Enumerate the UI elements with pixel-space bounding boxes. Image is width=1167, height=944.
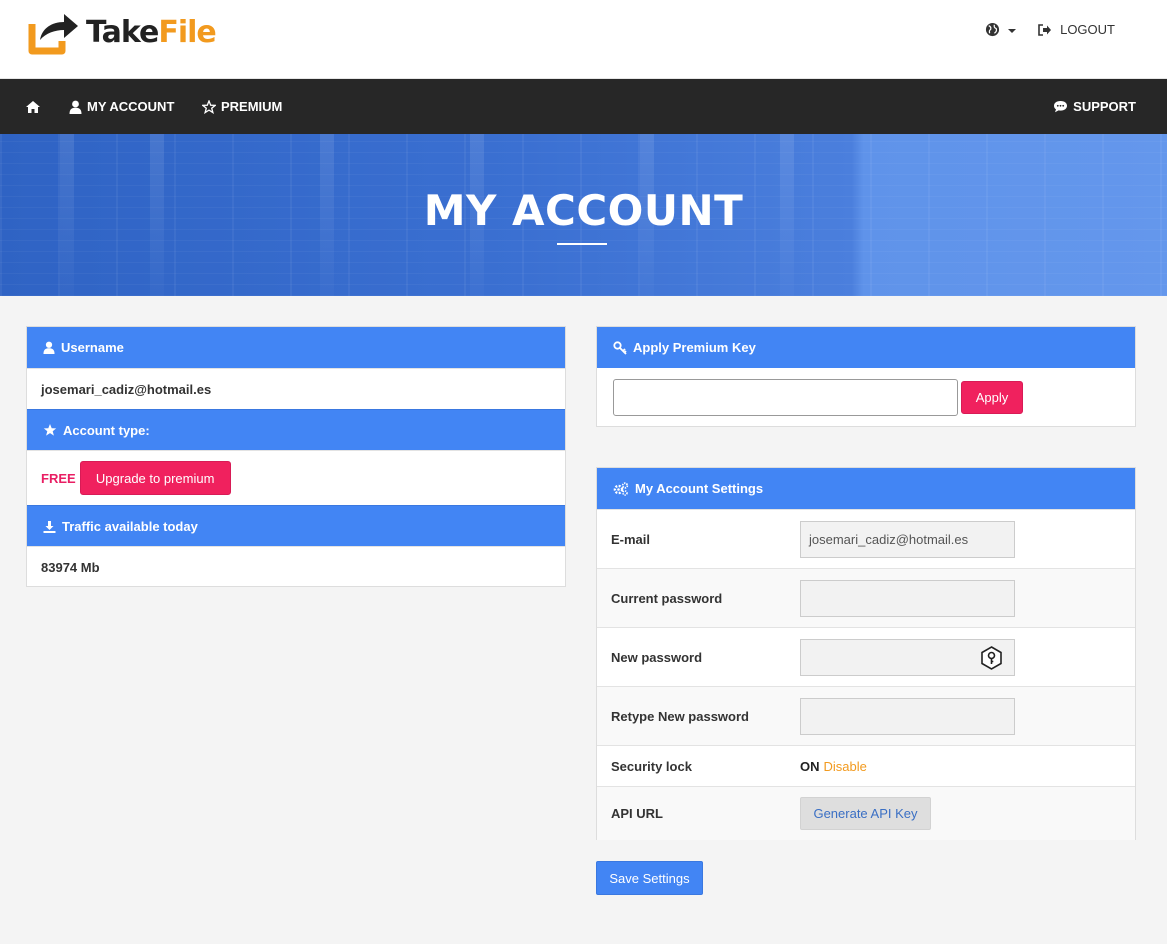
hero-banner: MY ACCOUNT: [0, 134, 1167, 296]
upgrade-premium-button[interactable]: Upgrade to premium: [79, 461, 231, 495]
globe-icon: [986, 22, 1000, 37]
star-outline-icon: [202, 99, 216, 114]
nav-my-account-label: MY ACCOUNT: [87, 99, 175, 114]
language-selector[interactable]: [985, 22, 1017, 37]
user-icon: [69, 100, 82, 114]
generate-api-key-button[interactable]: Generate API Key: [800, 797, 931, 830]
logo-text: TakeFile: [86, 15, 217, 50]
page-title: MY ACCOUNT: [423, 186, 744, 235]
retype-password-field[interactable]: [800, 698, 1015, 735]
nav-support-label: SUPPORT: [1073, 99, 1136, 114]
share-arrow-logo-icon: [28, 14, 78, 55]
email-label: E-mail: [611, 531, 651, 547]
takefile-logo[interactable]: TakeFile: [28, 10, 217, 56]
title-underline: [557, 243, 607, 245]
nav-support[interactable]: SUPPORT: [1053, 79, 1136, 134]
current-password-field[interactable]: [800, 580, 1015, 617]
premium-key-input[interactable]: [613, 379, 958, 416]
account-type-value: FREE: [41, 470, 76, 486]
api-url-row: API URL Generate API Key: [597, 786, 1135, 840]
account-info-panel: Username josemari_cadiz@hotmail.es Accou…: [26, 326, 566, 587]
chat-bubble-icon: [1054, 101, 1068, 113]
current-password-label: Current password: [611, 590, 723, 606]
username-heading: Username: [27, 327, 565, 368]
username-row: josemari_cadiz@hotmail.es: [27, 368, 565, 409]
logout-icon: [1038, 23, 1052, 36]
nav-premium[interactable]: PREMIUM: [202, 79, 282, 134]
email-field[interactable]: josemari_cadiz@hotmail.es: [800, 521, 1015, 558]
password-manager-key-icon[interactable]: [980, 646, 1003, 670]
account-settings-panel: My Account Settings E-mail josemari_cadi…: [596, 467, 1136, 840]
user-icon: [43, 341, 55, 354]
nav-premium-label: PREMIUM: [221, 99, 283, 114]
username-value: josemari_cadiz@hotmail.es: [41, 381, 212, 397]
current-password-row: Current password: [597, 568, 1135, 627]
logout-label: LOGOUT: [1060, 22, 1115, 37]
retype-password-label: Retype New password: [611, 708, 749, 724]
new-password-field[interactable]: [800, 639, 1015, 676]
key-icon: [613, 340, 627, 355]
traffic-heading: Traffic available today: [27, 505, 565, 546]
chevron-down-icon: [1008, 28, 1017, 33]
account-type-heading: Account type:: [27, 409, 565, 450]
home-icon: [26, 100, 40, 113]
nav-my-account[interactable]: MY ACCOUNT: [69, 79, 174, 134]
download-icon: [43, 520, 56, 533]
traffic-value: 83974 Mb: [41, 559, 100, 575]
gears-icon: [613, 481, 629, 496]
apply-key-button[interactable]: Apply: [961, 381, 1023, 414]
disable-security-lock-link[interactable]: Disable: [824, 759, 867, 774]
retype-password-row: Retype New password: [597, 686, 1135, 745]
new-password-row: New password: [597, 627, 1135, 686]
nav-home[interactable]: [25, 79, 41, 134]
premium-key-heading: Apply Premium Key: [597, 327, 1135, 368]
star-icon: [43, 424, 57, 436]
main-nav: MY ACCOUNT PREMIUM SUPPORT: [0, 79, 1167, 134]
account-type-row: FREE Upgrade to premium: [27, 450, 565, 505]
new-password-label: New password: [611, 649, 703, 665]
email-field-value: josemari_cadiz@hotmail.es: [809, 532, 969, 547]
logout-link[interactable]: LOGOUT: [1038, 22, 1115, 37]
security-lock-row: Security lock ON Disable: [597, 745, 1135, 786]
traffic-row: 83974 Mb: [27, 546, 565, 587]
security-lock-status: ON: [800, 758, 820, 774]
email-row: E-mail josemari_cadiz@hotmail.es: [597, 509, 1135, 568]
save-settings-button[interactable]: Save Settings: [596, 861, 703, 895]
api-url-label: API URL: [611, 806, 663, 821]
top-header: TakeFile LOGOUT: [0, 0, 1167, 79]
premium-key-panel: Apply Premium Key Apply: [596, 326, 1136, 427]
settings-heading: My Account Settings: [597, 468, 1135, 509]
security-lock-label: Security lock: [611, 758, 692, 774]
